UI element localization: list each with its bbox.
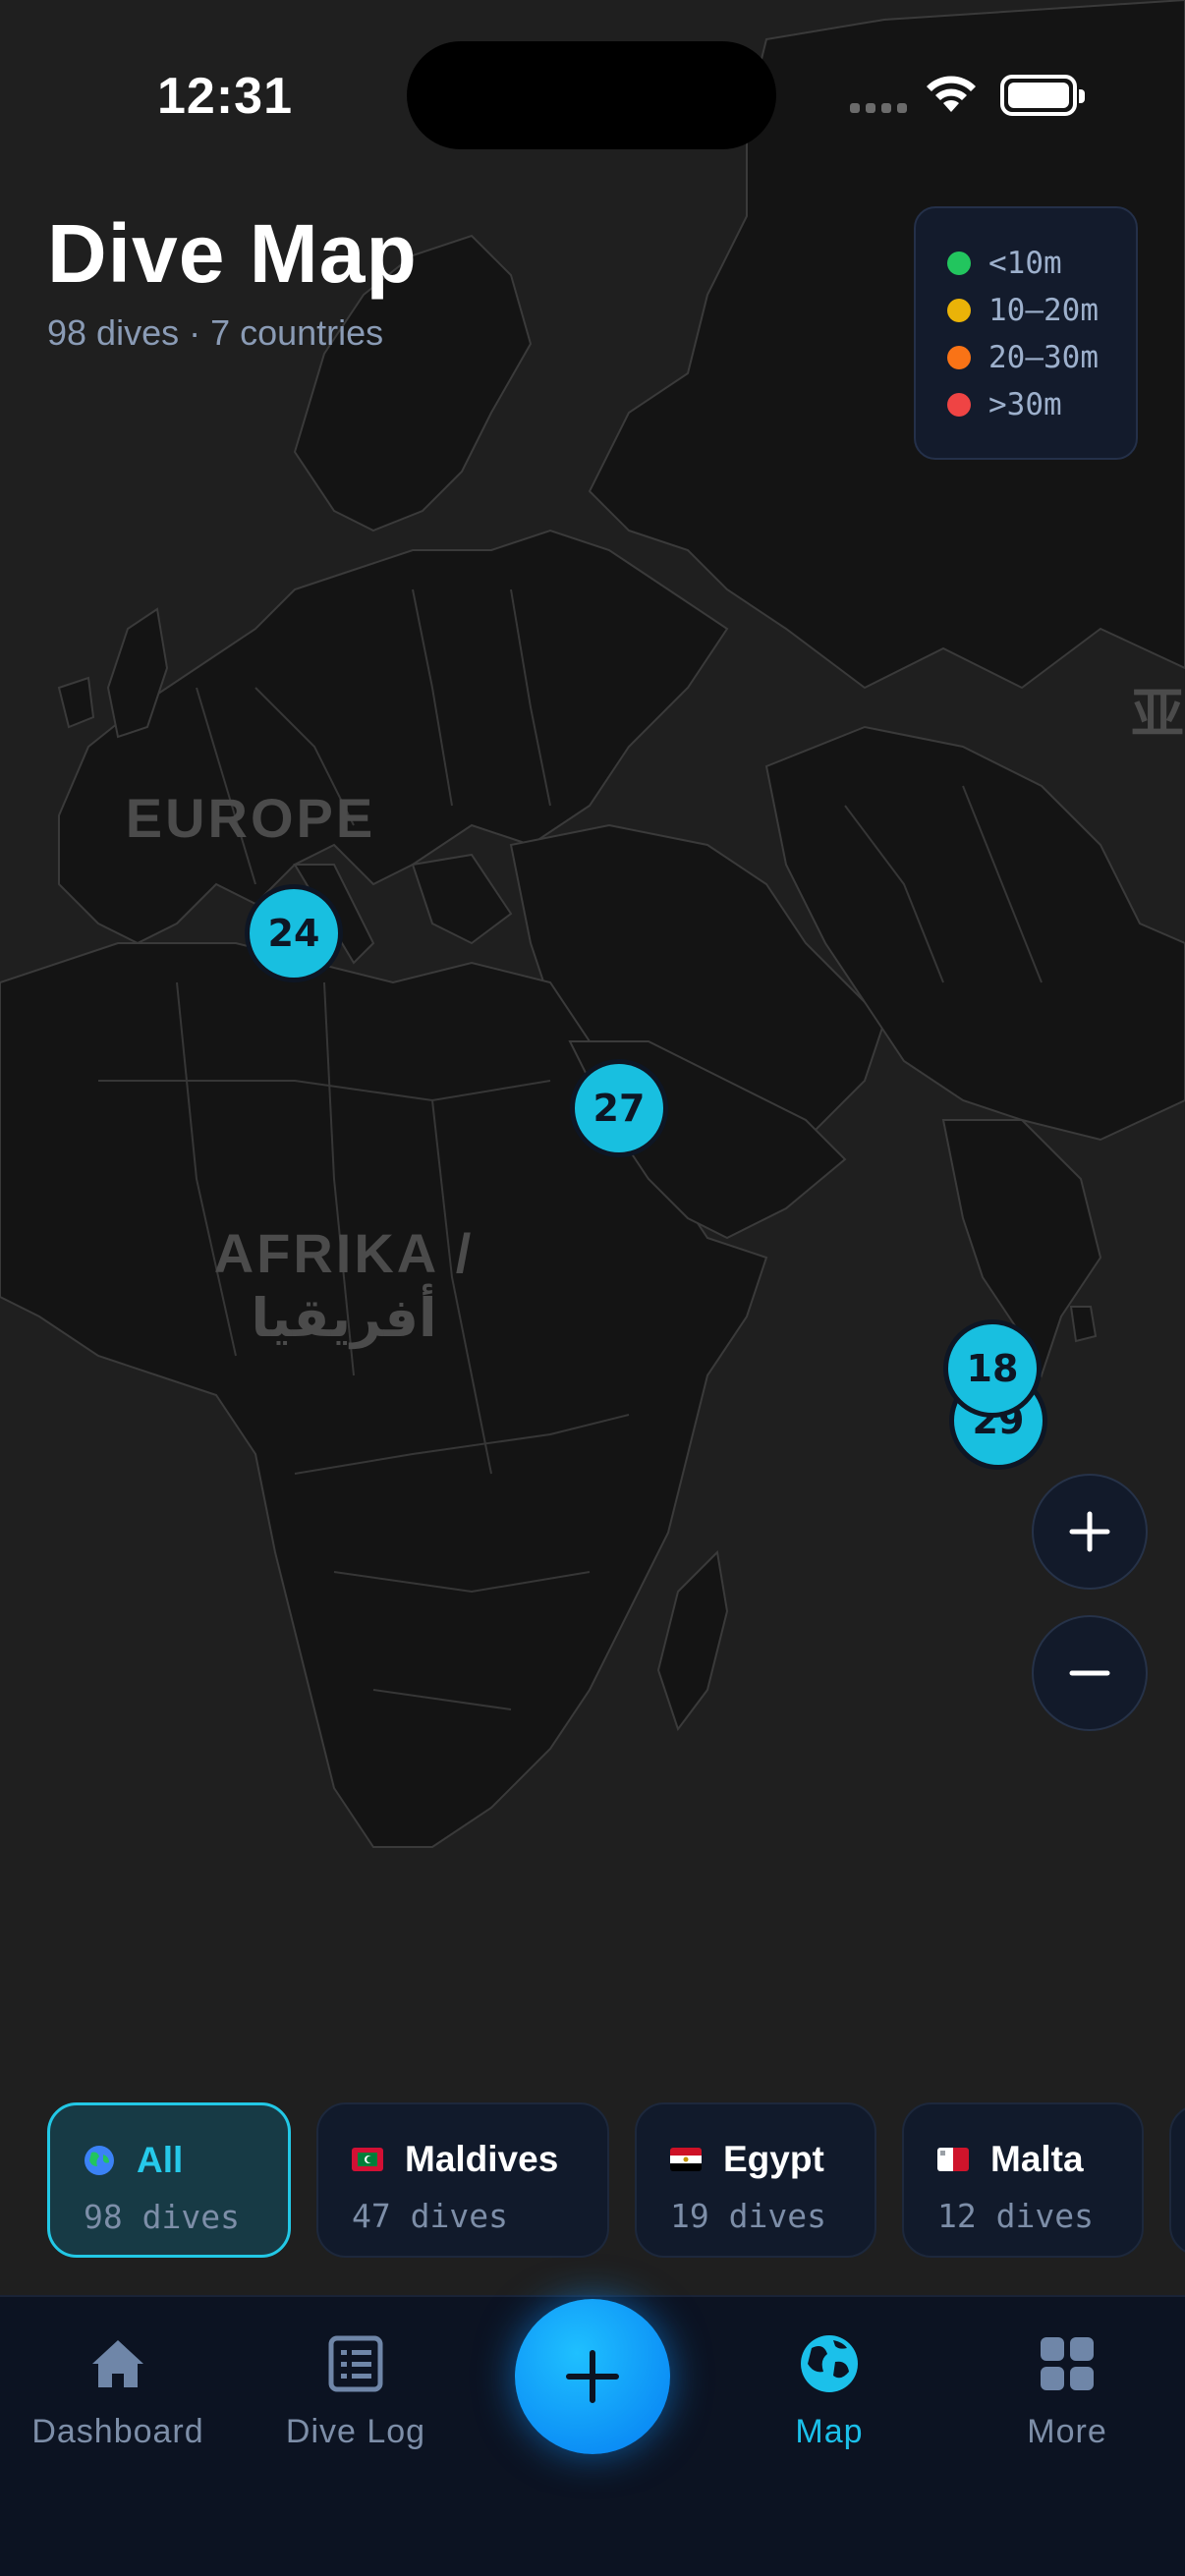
grid-icon <box>1041 2337 1094 2390</box>
egypt-flag-icon <box>670 2148 702 2171</box>
legend-label: >30m <box>988 387 1062 422</box>
chip-count: 19 dives <box>670 2197 826 2235</box>
chip-count: 47 dives <box>352 2197 508 2235</box>
legend-label: <10m <box>988 246 1062 281</box>
page-subtitle: 98 dives · 7 countries <box>47 312 384 353</box>
legend-item: 20–30m <box>947 334 1136 381</box>
tab-dashboard[interactable]: Dashboard <box>0 2328 236 2451</box>
tab-label: Dashboard <box>31 2413 204 2450</box>
wifi-icon <box>927 76 976 112</box>
dive-cluster-marker[interactable]: 24 <box>245 884 343 982</box>
legend-dot <box>947 346 971 369</box>
list-icon <box>328 2335 383 2392</box>
filter-chip-maldives[interactable]: Maldives 47 dives <box>316 2102 609 2258</box>
chip-label: Egypt <box>723 2139 824 2179</box>
tab-label: Map <box>795 2413 864 2450</box>
battery-icon <box>1000 75 1085 116</box>
chip-count: 12 dives <box>937 2197 1094 2235</box>
map-label-africa-arabic: أفريقيا <box>252 1283 437 1349</box>
tab-label: Dive Log <box>285 2413 426 2450</box>
dive-cluster-marker[interactable]: 18 <box>943 1319 1042 1418</box>
plus-icon <box>566 2350 619 2403</box>
legend-item: >30m <box>947 381 1136 428</box>
globe-icon <box>85 2146 114 2175</box>
status-bar: 12:31 <box>0 0 1185 196</box>
chip-label: All <box>137 2140 184 2180</box>
depth-legend: <10m 10–20m 20–30m >30m <box>914 206 1138 460</box>
maldives-flag-icon <box>352 2148 383 2171</box>
status-time: 12:31 <box>157 68 293 125</box>
tab-map[interactable]: Map <box>711 2328 947 2451</box>
add-dive-button[interactable] <box>515 2299 670 2454</box>
legend-item: <10m <box>947 240 1136 287</box>
cluster-count: 24 <box>267 912 320 955</box>
legend-label: 20–30m <box>988 340 1099 375</box>
map-label-africa: AFRIKA / <box>214 1222 475 1284</box>
zoom-out-button[interactable] <box>1032 1615 1148 1731</box>
legend-label: 10–20m <box>988 293 1099 328</box>
plus-icon <box>1069 1511 1110 1552</box>
zoom-in-button[interactable] <box>1032 1474 1148 1590</box>
cluster-count: 18 <box>966 1347 1019 1390</box>
chip-label: Maldives <box>405 2139 559 2179</box>
filter-chip-malta[interactable]: Malta 12 dives <box>902 2102 1144 2258</box>
filter-chip-more[interactable] <box>1169 2104 1185 2256</box>
malta-flag-icon <box>937 2148 969 2171</box>
globe-icon <box>801 2335 858 2392</box>
dive-cluster-marker[interactable]: 27 <box>570 1059 668 1157</box>
country-filter-chips: All 98 dives Maldives 47 dives Egypt 19 … <box>47 2102 1144 2258</box>
tab-label: More <box>1027 2413 1107 2450</box>
legend-dot <box>947 299 971 322</box>
legend-dot <box>947 393 971 417</box>
home-icon <box>92 2340 143 2387</box>
filter-chip-egypt[interactable]: Egypt 19 dives <box>635 2102 876 2258</box>
chip-label: Malta <box>990 2139 1084 2179</box>
filter-chip-all[interactable]: All 98 dives <box>47 2102 291 2258</box>
dynamic-island <box>407 41 776 149</box>
tab-more[interactable]: More <box>949 2328 1185 2451</box>
cluster-count: 27 <box>592 1087 646 1130</box>
page-title: Dive Map <box>47 207 418 300</box>
map-label-asia: 亚 <box>1131 683 1184 745</box>
cellular-signal-icon <box>850 103 907 113</box>
chip-count: 98 dives <box>84 2198 240 2236</box>
minus-icon <box>1069 1670 1110 1676</box>
tab-dive-log[interactable]: Dive Log <box>238 2328 474 2451</box>
legend-dot <box>947 252 971 275</box>
legend-item: 10–20m <box>947 287 1136 334</box>
map-label-europe: EUROPE <box>126 787 376 849</box>
